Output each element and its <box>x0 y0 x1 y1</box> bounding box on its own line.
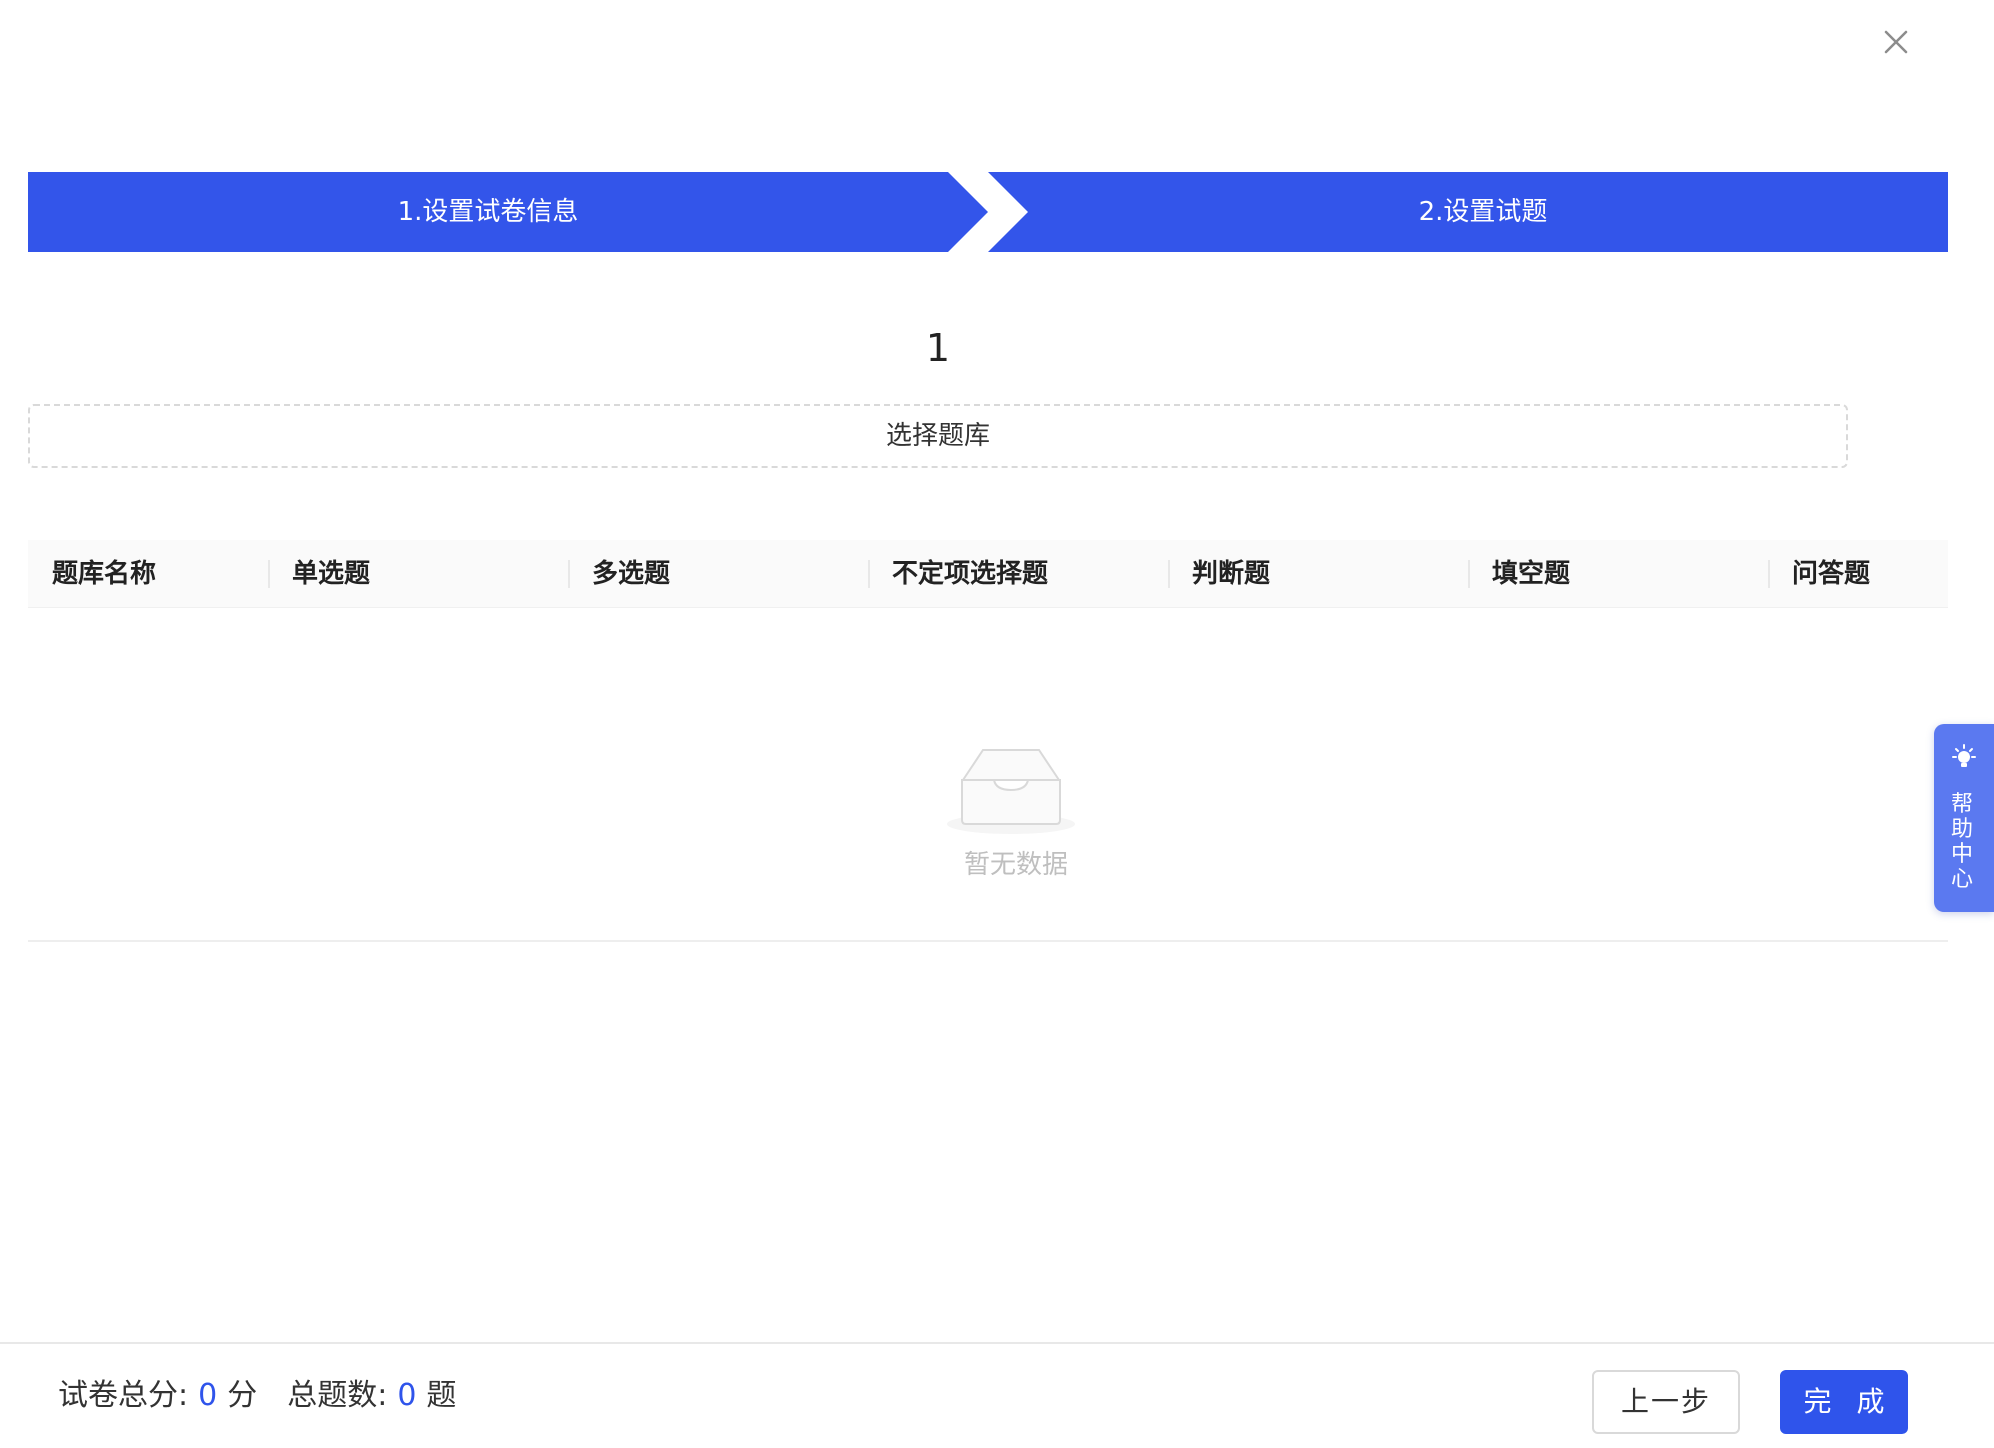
lightbulb-icon <box>1952 744 1976 767</box>
question-bank-table: 题库名称 单选题 多选题 不定项选择题 判断题 填空题 问答题 暂无数据 <box>28 540 1948 942</box>
close-icon <box>1884 30 1908 54</box>
column-header-fill-blank: 填空题 <box>1468 540 1768 608</box>
total-score-unit: 分 <box>227 1378 258 1413</box>
total-score-value: 0 <box>198 1378 218 1413</box>
empty-text: 暂无数据 <box>963 850 1068 880</box>
total-count-value: 0 <box>397 1378 417 1413</box>
total-score-label: 试卷总分: <box>58 1378 189 1413</box>
column-header-indefinite-choice: 不定项选择题 <box>868 540 1168 608</box>
column-header-multiple-choice: 多选题 <box>568 540 868 608</box>
footer-bar: 试卷总分: 0 分总题数: 0 题 上一步 完 成 <box>0 1342 1994 1448</box>
table-empty-state: 暂无数据 <box>28 608 1948 940</box>
finish-button[interactable]: 完 成 <box>1780 1370 1908 1434</box>
select-question-bank-button[interactable]: 选择题库 <box>28 404 1848 468</box>
column-header-essay: 问答题 <box>1768 540 1948 608</box>
exam-summary: 试卷总分: 0 分总题数: 0 题 <box>58 1344 456 1448</box>
table-header: 题库名称 单选题 多选题 不定项选择题 判断题 填空题 问答题 <box>28 540 1948 608</box>
previous-step-button[interactable]: 上一步 <box>1592 1370 1740 1434</box>
total-count-label: 总题数: <box>287 1378 388 1413</box>
close-button[interactable] <box>1876 22 1916 62</box>
column-header-bank-name: 题库名称 <box>52 559 157 589</box>
help-center-tab[interactable]: 帮助中心 <box>1934 724 1994 912</box>
column-header-true-false: 判断题 <box>1168 540 1468 608</box>
empty-inbox-icon <box>947 749 1075 834</box>
total-count-unit: 题 <box>426 1378 457 1413</box>
step-2-label[interactable]: 2.设置试题 <box>1018 172 1948 252</box>
step-1-label[interactable]: 1.设置试卷信息 <box>28 172 948 252</box>
question-group-number: 1 <box>925 326 951 370</box>
column-header-single-choice: 单选题 <box>268 540 568 608</box>
steps-bar: 1.设置试卷信息 2.设置试题 <box>28 172 1948 252</box>
help-center-label: 帮助中心 <box>1951 792 1974 892</box>
